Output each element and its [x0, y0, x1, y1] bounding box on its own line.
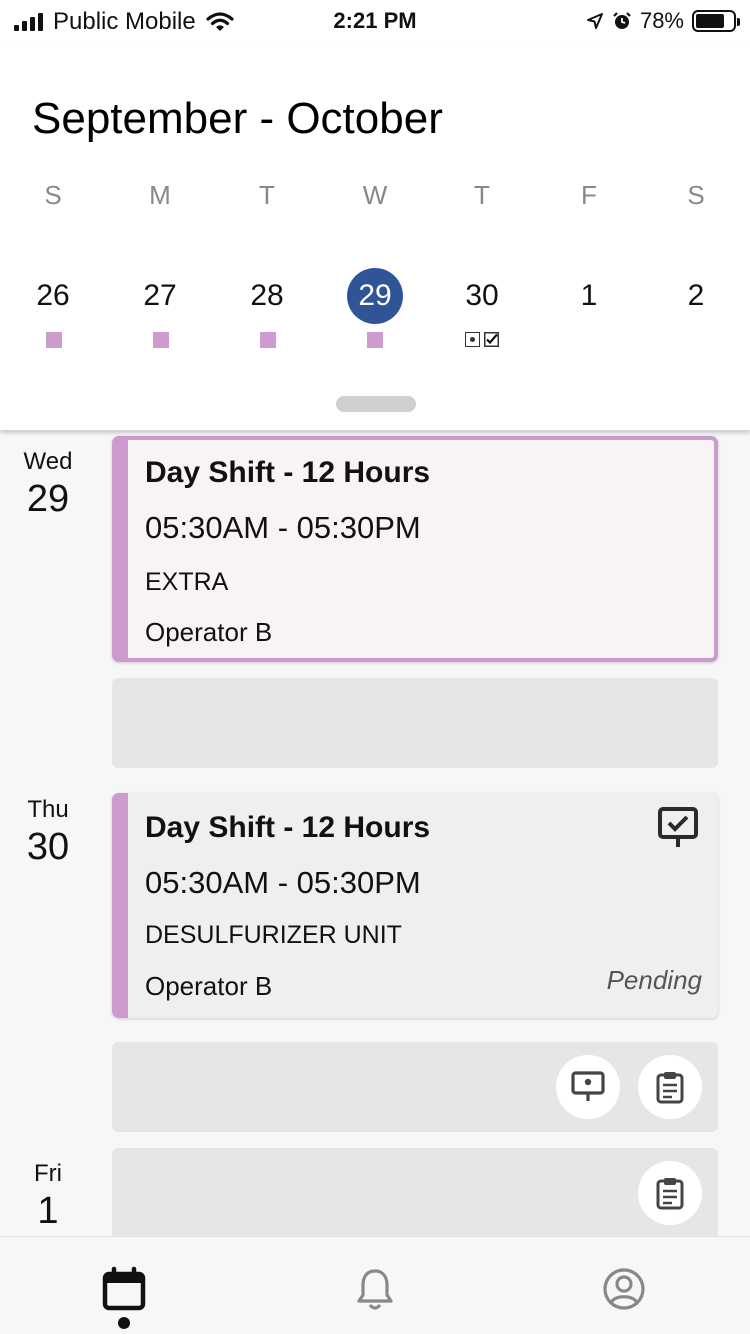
checkbox-checked-icon: [484, 332, 499, 347]
drag-handle[interactable]: [336, 396, 416, 412]
weekday-wed: W: [362, 180, 388, 210]
shift-marker: [46, 332, 62, 348]
day-number: 29: [26, 478, 70, 520]
shift-marker: [367, 332, 383, 348]
weekday-tue: T: [259, 180, 275, 210]
battery-percent: 78%: [639, 8, 684, 33]
date-28[interactable]: 28: [239, 268, 295, 324]
shift-time: 05:30AM - 05:30PM: [145, 865, 421, 900]
date-27[interactable]: 27: [132, 268, 188, 324]
presentation-board-icon: [571, 1071, 605, 1101]
battery-icon: [692, 10, 740, 32]
shift-marker: [260, 332, 276, 348]
presentation-check-icon: [658, 807, 698, 847]
day-number: 30: [26, 826, 70, 868]
shift-status: Pending: [606, 965, 702, 995]
date-30[interactable]: 30: [454, 268, 510, 324]
weekday-row: S M T W T F S: [0, 180, 750, 212]
alarm-icon: [613, 12, 631, 29]
weekday-sat: S: [687, 180, 705, 210]
board-button[interactable]: [556, 1055, 620, 1119]
clipboard-icon: [656, 1072, 684, 1104]
day-number: 1: [37, 1190, 59, 1232]
profile-icon: [603, 1268, 645, 1310]
bottom-nav: [0, 1236, 750, 1334]
weekday-fri: F: [581, 180, 597, 210]
shift-time: 05:30AM - 05:30PM: [145, 510, 421, 545]
day-actions-bar: [112, 1148, 718, 1236]
calendar-icon: [102, 1266, 146, 1311]
nav-profile[interactable]: [594, 1259, 654, 1319]
shift-title: Day Shift - 12 Hours: [145, 456, 431, 489]
day-label-thu: Thu 30: [0, 796, 96, 869]
status-right: 78%: [586, 8, 740, 34]
marker-icons: [465, 332, 499, 347]
dot-box-icon: [465, 332, 480, 347]
bell-icon: [357, 1269, 393, 1310]
weekday-thu: T: [474, 180, 490, 210]
date-26[interactable]: 26: [25, 268, 81, 324]
shift-location: EXTRA: [145, 568, 229, 596]
date-row: 26 27 28 29 30 1 2: [0, 268, 750, 324]
status-bar: Public Mobile 2:21 PM 78%: [0, 0, 750, 42]
shift-location: DESULFURIZER UNIT: [145, 921, 402, 949]
shift-title: Day Shift - 12 Hours: [145, 811, 431, 844]
day-of-week: Thu: [27, 796, 69, 823]
active-tab-indicator: [118, 1317, 130, 1329]
day-of-week: Wed: [23, 448, 73, 475]
clipboard-icon: [656, 1178, 684, 1210]
shift-card[interactable]: Day Shift - 12 Hours 05:30AM - 05:30PM D…: [112, 793, 718, 1018]
weekday-sun: S: [44, 180, 62, 210]
clipboard-button[interactable]: [638, 1055, 702, 1119]
shift-role: Operator B: [145, 971, 273, 1001]
date-29-selected[interactable]: 29: [347, 268, 403, 324]
day-label-fri: Fri 1: [0, 1160, 96, 1233]
shift-card[interactable]: Day Shift - 12 Hours 05:30AM - 05:30PM E…: [112, 436, 718, 662]
weekday-mon: M: [149, 180, 171, 210]
shift-marker: [153, 332, 169, 348]
day-of-week: Fri: [34, 1160, 62, 1187]
calendar-header: September - October S M T W T F S 26 27 …: [0, 42, 750, 430]
marker-row: [0, 332, 750, 348]
nav-notifications[interactable]: [345, 1259, 405, 1319]
clipboard-button[interactable]: [638, 1161, 702, 1225]
date-1[interactable]: 1: [561, 268, 617, 324]
day-label-wed: Wed 29: [0, 448, 96, 521]
shift-role: Operator B: [145, 617, 273, 647]
day-actions-bar: [112, 1042, 718, 1132]
date-2[interactable]: 2: [668, 268, 724, 324]
month-title: September - October: [32, 94, 443, 143]
nav-calendar[interactable]: [94, 1259, 154, 1319]
location-arrow-icon: [586, 13, 603, 29]
day-actions-bar: [112, 678, 718, 768]
